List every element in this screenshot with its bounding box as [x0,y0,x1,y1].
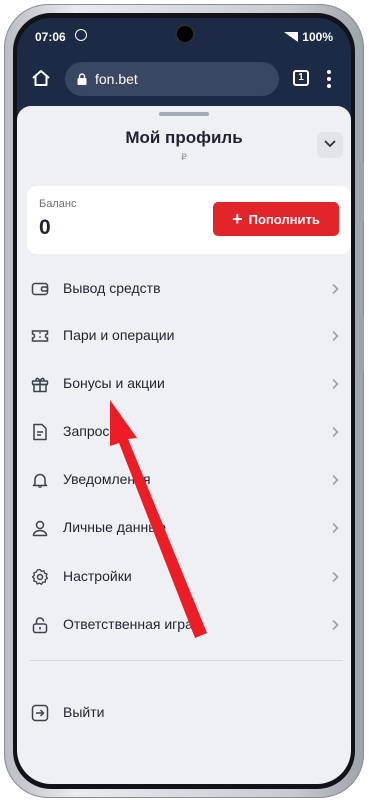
menu-divider [29,660,343,661]
chevron-right-icon [332,378,339,390]
front-camera [177,26,193,42]
bell-icon [32,473,48,488]
chevron-right-icon [332,330,339,342]
lock-icon [77,73,87,85]
spotify-icon [75,29,87,41]
chevron-down-icon [324,140,336,148]
profile-subtitle: ₽ [181,152,187,162]
collapse-button[interactable] [317,132,343,158]
balance-card: Баланс 0 + Пополнить [27,186,351,254]
topup-label: Пополнить [248,212,320,227]
status-right: 100% [284,30,333,44]
plus-icon: + [232,209,243,229]
balance-value: 0 [39,216,51,239]
menu-item-withdraw[interactable]: Вывод средств [17,266,351,312]
browser-menu-icon[interactable] [327,70,331,88]
menu-item-label: Запросы [63,423,120,439]
menu-item-requests[interactable]: Запросы [17,409,351,455]
profile-sheet: Мой профиль ₽ Баланс 0 + Пополнить Вывод … [17,106,351,784]
menu-item-label: Вывод средств [63,280,161,296]
document-icon [33,423,47,441]
logout-label: Выйти [63,704,105,720]
balance-label: Баланс [39,198,77,210]
logout-button[interactable]: Выйти [17,690,351,736]
page-title: Мой профиль [125,128,243,147]
phone-bezel: 07:06 100% fon.bet 1 Мой профиль ₽ Балан… [13,13,355,789]
chevron-right-icon [332,571,339,583]
screen: 07:06 100% fon.bet 1 Мой профиль ₽ Балан… [17,18,351,784]
chevron-right-icon [332,522,339,534]
menu-item-label: Уведомления [63,471,151,487]
status-time: 07:06 [35,30,66,44]
home-icon[interactable] [31,68,51,88]
menu-item-label: Настройки [63,568,132,584]
logout-icon [31,704,49,722]
drag-handle[interactable] [159,112,209,116]
topup-button[interactable]: + Пополнить [213,202,339,236]
chevron-right-icon [332,426,339,438]
status-bar: 07:06 100% [17,18,351,54]
volume-button [359,162,364,222]
menu-item-label: Бонусы и акции [63,375,165,391]
browser-toolbar: fon.bet 1 [17,54,351,106]
phone-frame: 07:06 100% fon.bet 1 Мой профиль ₽ Балан… [4,4,364,798]
signal-icon [284,32,299,42]
chevron-right-icon [332,283,339,295]
chevron-right-icon [332,619,339,631]
gift-icon [31,377,49,393]
user-icon [32,520,48,537]
ticket-icon [31,330,49,342]
menu-item-personal-data[interactable]: Личные данные [17,505,351,551]
menu-item-bonuses[interactable]: Бонусы и акции [17,361,351,407]
menu-item-bets[interactable]: Пари и операции [17,313,351,359]
gear-icon [31,568,49,585]
chevron-right-icon [332,474,339,486]
wallet-icon [31,282,49,296]
address-bar[interactable]: fon.bet [65,62,279,96]
address-text: fon.bet [95,71,138,87]
menu-item-label: Пари и операции [63,327,175,343]
menu-item-label: Ответственная игра [63,616,193,632]
battery-percent: 100% [302,30,333,44]
power-button [359,316,364,372]
menu-item-settings[interactable]: Настройки [17,554,351,600]
tab-switcher-button[interactable]: 1 [293,70,309,86]
menu-item-responsible-gaming[interactable]: Ответственная игра [17,602,351,648]
menu-item-label: Личные данные [63,519,167,535]
lock-icon [32,617,48,634]
menu-item-notifications[interactable]: Уведомления [17,457,351,503]
